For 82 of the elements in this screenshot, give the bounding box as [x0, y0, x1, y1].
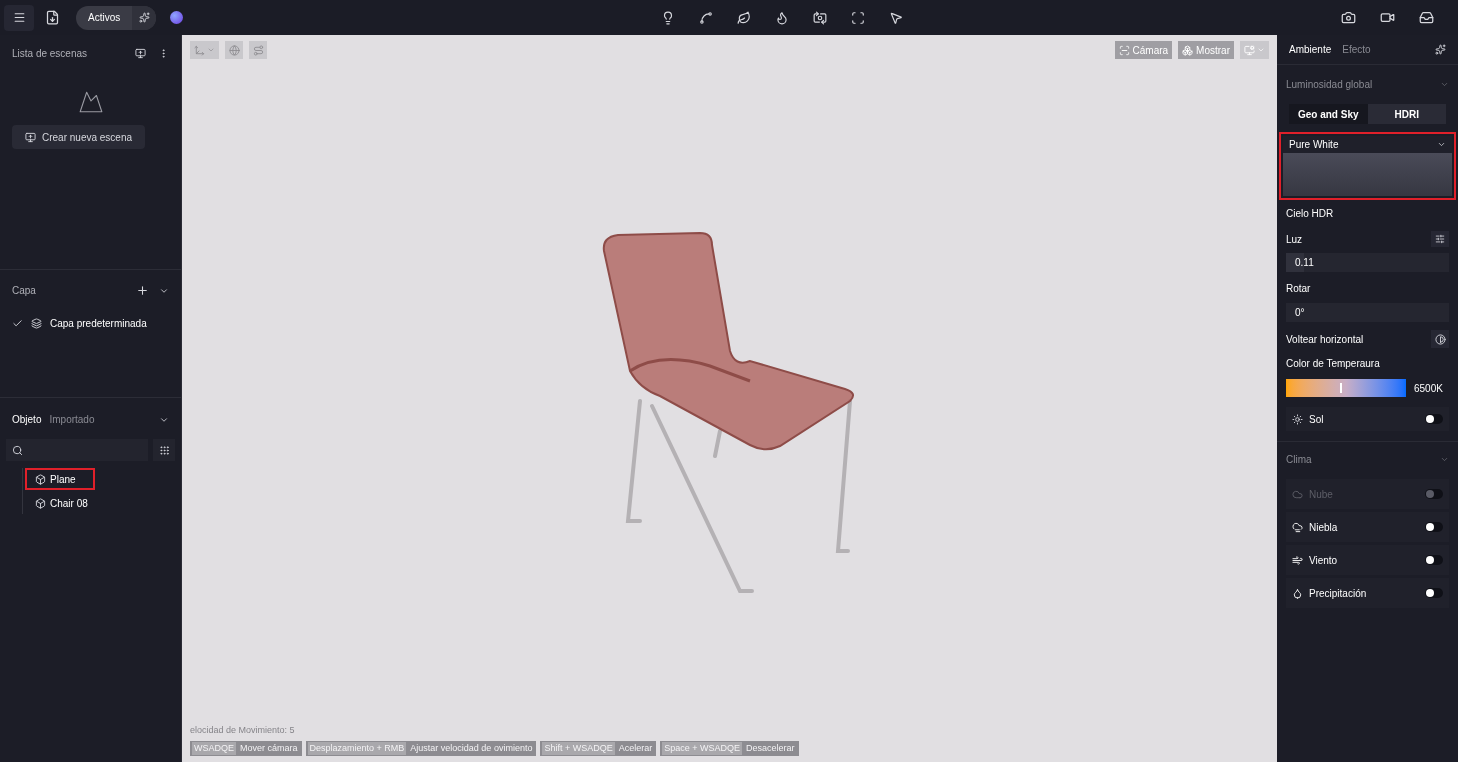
shortcut-keys: Desplazamiento + RMB — [307, 741, 407, 756]
chevron-icon — [1437, 140, 1446, 149]
cubes-icon — [1182, 44, 1194, 56]
shortcut-action: Ajustar velocidad de ovimiento — [410, 741, 534, 755]
caret-icon — [207, 46, 215, 54]
toggle-switch[interactable] — [1425, 414, 1443, 424]
shortcut-keys: WSADQE — [192, 741, 236, 756]
assets-button[interactable]: Activos — [76, 10, 133, 25]
field-label: Color de Temperaura — [1286, 357, 1381, 371]
pointer-icon[interactable] — [889, 10, 904, 25]
panel-tab[interactable]: Efecto — [1342, 42, 1371, 57]
toggle-label: Precipitación — [1309, 586, 1368, 601]
weather-icon — [1292, 587, 1303, 599]
file-download-icon[interactable] — [44, 8, 60, 27]
nodes-icon[interactable] — [699, 10, 714, 25]
toggle-switch[interactable] — [1425, 522, 1443, 532]
weather-icon — [1292, 488, 1303, 500]
layer-label: Capa predeterminada — [50, 317, 147, 331]
panel-title: Capa — [12, 284, 37, 298]
monitor-add-icon[interactable] — [135, 48, 146, 59]
mountain-icon — [77, 89, 104, 115]
shortcut-action: Acelerar — [618, 741, 654, 755]
frame-icon[interactable] — [851, 10, 866, 25]
layers-icon — [31, 318, 42, 329]
menu-icon — [12, 11, 26, 24]
section-title: Luminosidad global — [1286, 78, 1374, 92]
toggle-label: Niebla — [1309, 520, 1339, 535]
toggle-switch[interactable] — [1425, 555, 1443, 565]
flame-icon[interactable] — [775, 10, 790, 25]
axes-icon — [194, 44, 205, 56]
panel-tab[interactable]: Ambiente — [1289, 42, 1332, 57]
field-label: Luz — [1286, 232, 1304, 247]
shortcut-action: Desacelerar — [746, 741, 796, 755]
temperature-reading: 6500K — [1414, 381, 1443, 396]
field-label: Cielo HDR — [1286, 207, 1335, 221]
mode-tab[interactable]: Geo and Sky — [1289, 104, 1368, 124]
rotate-field[interactable]: 0° — [1286, 303, 1449, 322]
add-icon[interactable] — [136, 284, 149, 297]
sun-icon — [1292, 413, 1303, 425]
object-item[interactable]: Chair 08 — [25, 492, 95, 514]
cube-icon — [35, 497, 46, 509]
object-tab[interactable]: Importado — [49, 412, 95, 427]
toggle-label: Nube — [1309, 487, 1334, 502]
monitor-icon — [1244, 44, 1255, 56]
cube-icon — [35, 473, 46, 485]
contrast-icon[interactable] — [1431, 330, 1449, 348]
sliders-icon[interactable] — [1431, 231, 1449, 247]
section-title: Clima — [1286, 453, 1313, 467]
object-item[interactable]: Plane — [25, 468, 95, 490]
toggle-label: Viento — [1309, 553, 1339, 568]
caret-icon — [1257, 46, 1265, 54]
camera-swap-icon[interactable] — [813, 10, 828, 25]
sparkles-icon[interactable] — [1435, 44, 1446, 55]
video-icon[interactable] — [1380, 10, 1395, 25]
toggle-switch[interactable] — [1425, 588, 1443, 598]
search-field[interactable] — [6, 439, 148, 461]
search-icon — [12, 444, 23, 456]
speed-text: elocidad de Movimiento: 5 — [190, 723, 296, 737]
light-slider[interactable]: 0.11 — [1286, 253, 1449, 272]
hdri-preset[interactable]: Pure White — [1279, 132, 1456, 200]
temperature-slider[interactable] — [1286, 379, 1406, 397]
shortcut-action: Mover cámara — [240, 741, 299, 755]
sparkles-icon[interactable] — [132, 5, 157, 30]
scan-icon — [1118, 44, 1130, 56]
create-scene-button[interactable]: Crear nueva escena — [12, 125, 145, 149]
layer-item[interactable]: Capa predeterminada — [12, 316, 169, 331]
weather-icon — [1292, 521, 1303, 533]
camera-icon[interactable] — [1341, 10, 1356, 25]
grid-icon[interactable] — [153, 439, 175, 461]
panel-title: Lista de escenas — [12, 47, 89, 61]
object-tab[interactable]: Objeto — [12, 412, 42, 427]
monitor-icon — [24, 131, 36, 143]
toggle-label: Sol — [1309, 412, 1325, 427]
field-label: Voltear horizontal — [1286, 332, 1365, 347]
shortcut-keys: Space + WSADQE — [662, 741, 742, 756]
tray-icon[interactable] — [1419, 10, 1434, 25]
leaf-icon[interactable] — [737, 10, 752, 25]
weather-icon — [1292, 554, 1303, 566]
menu-button[interactable] — [4, 4, 34, 31]
shortcut-keys: Shift + WSADQE — [542, 741, 615, 756]
orb-icon[interactable] — [170, 11, 184, 24]
field-label: Rotar — [1286, 282, 1312, 296]
